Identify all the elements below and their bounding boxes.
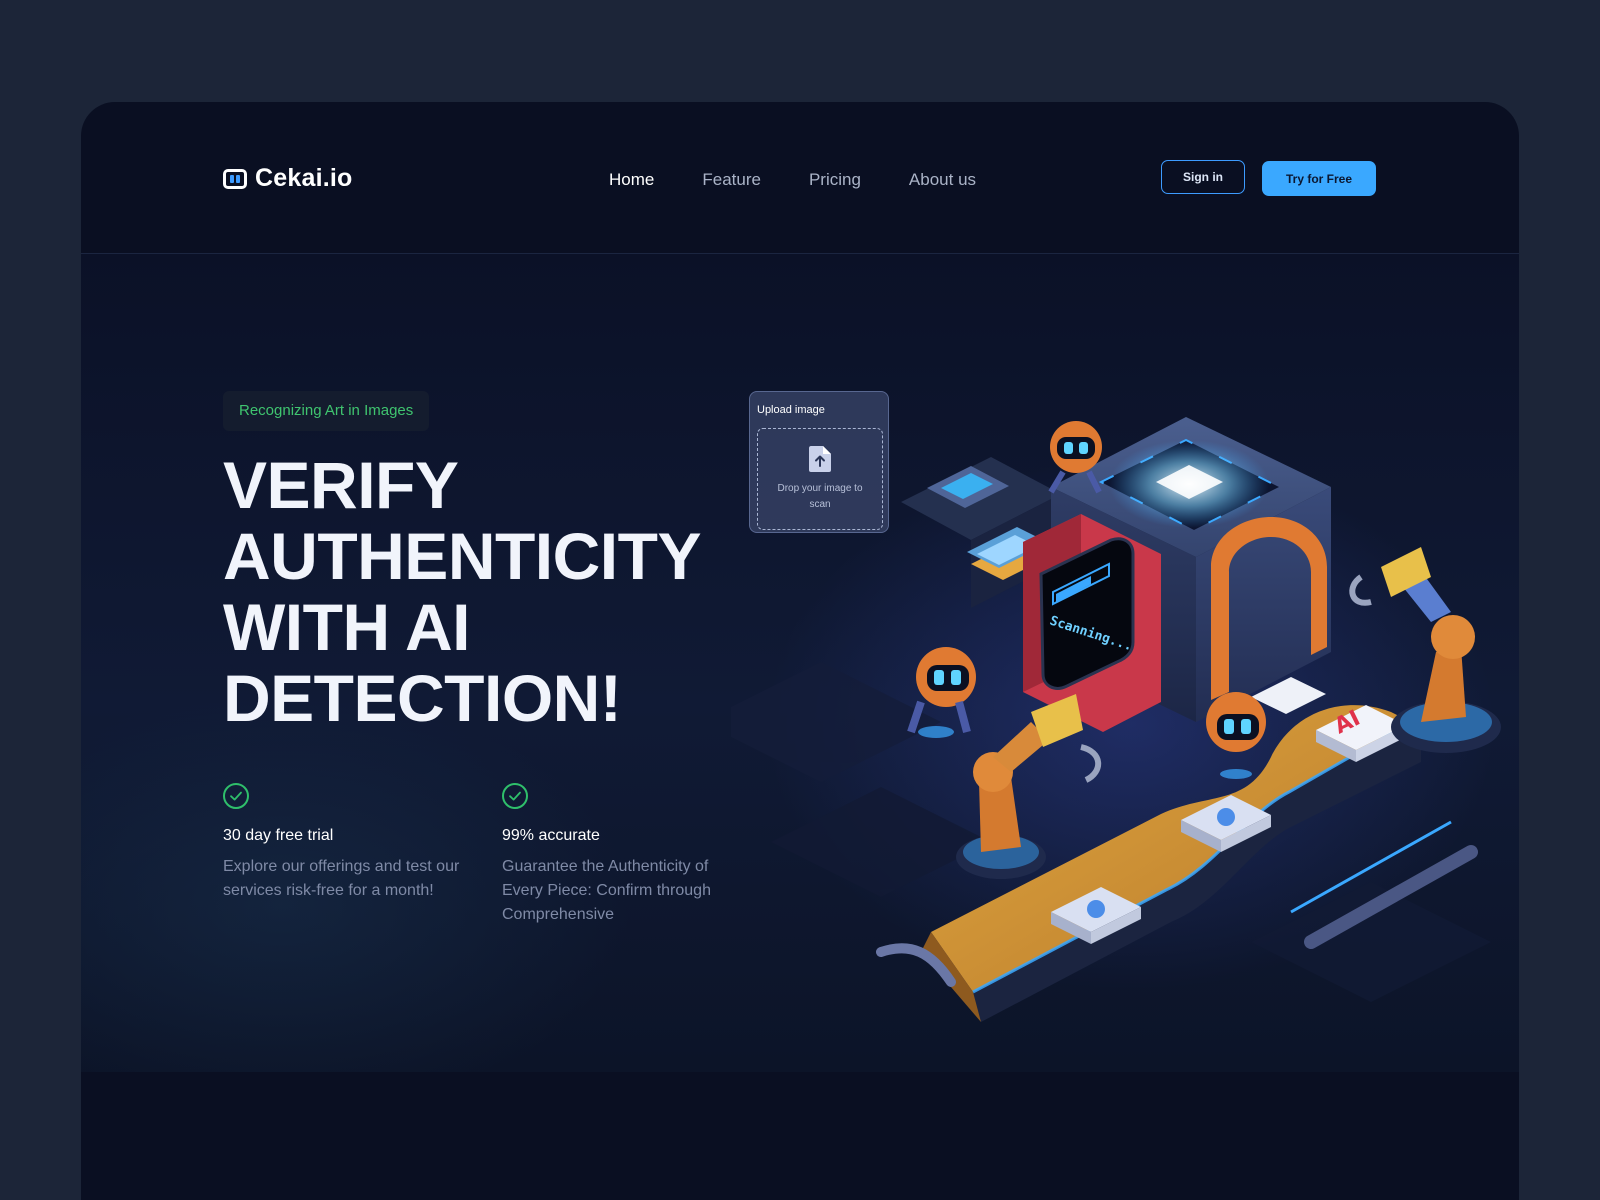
drop-zone-text: Drop your image to scan	[777, 483, 863, 510]
upload-card-title: Upload image	[757, 404, 825, 416]
logo-text: Cekai.io	[255, 164, 353, 192]
header-divider	[81, 253, 1519, 254]
image-drop-zone[interactable]: Drop your image to scan	[757, 428, 883, 530]
try-for-free-button[interactable]: Try for Free	[1262, 161, 1376, 196]
check-circle-icon	[502, 783, 528, 809]
feature-description: Explore our offerings and test our servi…	[223, 858, 460, 899]
feature-description: Guarantee the Authenticity of Every Piec…	[502, 858, 711, 923]
nav-about-us[interactable]: About us	[909, 170, 976, 190]
robot-flying-center	[1206, 692, 1266, 779]
hero-tag: Recognizing Art in Images	[223, 391, 430, 431]
headline-line-1: VERIFY	[223, 448, 459, 522]
check-circle-icon	[223, 783, 249, 809]
logo[interactable]: Cekai.io	[223, 164, 352, 193]
nav-feature[interactable]: Feature	[702, 170, 761, 190]
headline-line-2: AUTHENTICITY	[223, 519, 701, 593]
sign-in-button[interactable]: Sign in	[1161, 160, 1245, 194]
hero-headline: VERIFY AUTHENTICITY WITH AI DETECTION!	[223, 450, 701, 734]
page-frame: Cekai.io Home Feature Pricing About us S…	[81, 102, 1519, 1200]
upload-image-card[interactable]: Upload image Drop your image to scan	[749, 391, 889, 533]
feature-title: 99% accurate	[502, 827, 600, 844]
headline-line-4: DETECTION!	[223, 661, 622, 735]
logo-icon	[223, 168, 247, 189]
feature-free-trial: 30 day free trial Explore our offerings …	[223, 783, 463, 903]
file-upload-icon	[809, 446, 831, 472]
headline-line-3: WITH AI	[223, 590, 470, 664]
main-nav: Home Feature Pricing About us	[609, 170, 1024, 190]
robot-arm-left	[956, 694, 1102, 879]
nav-pricing[interactable]: Pricing	[809, 170, 861, 190]
feature-accuracy: 99% accurate Guarantee the Authenticity …	[502, 783, 727, 927]
feature-title: 30 day free trial	[223, 827, 334, 844]
nav-home[interactable]: Home	[609, 170, 654, 190]
